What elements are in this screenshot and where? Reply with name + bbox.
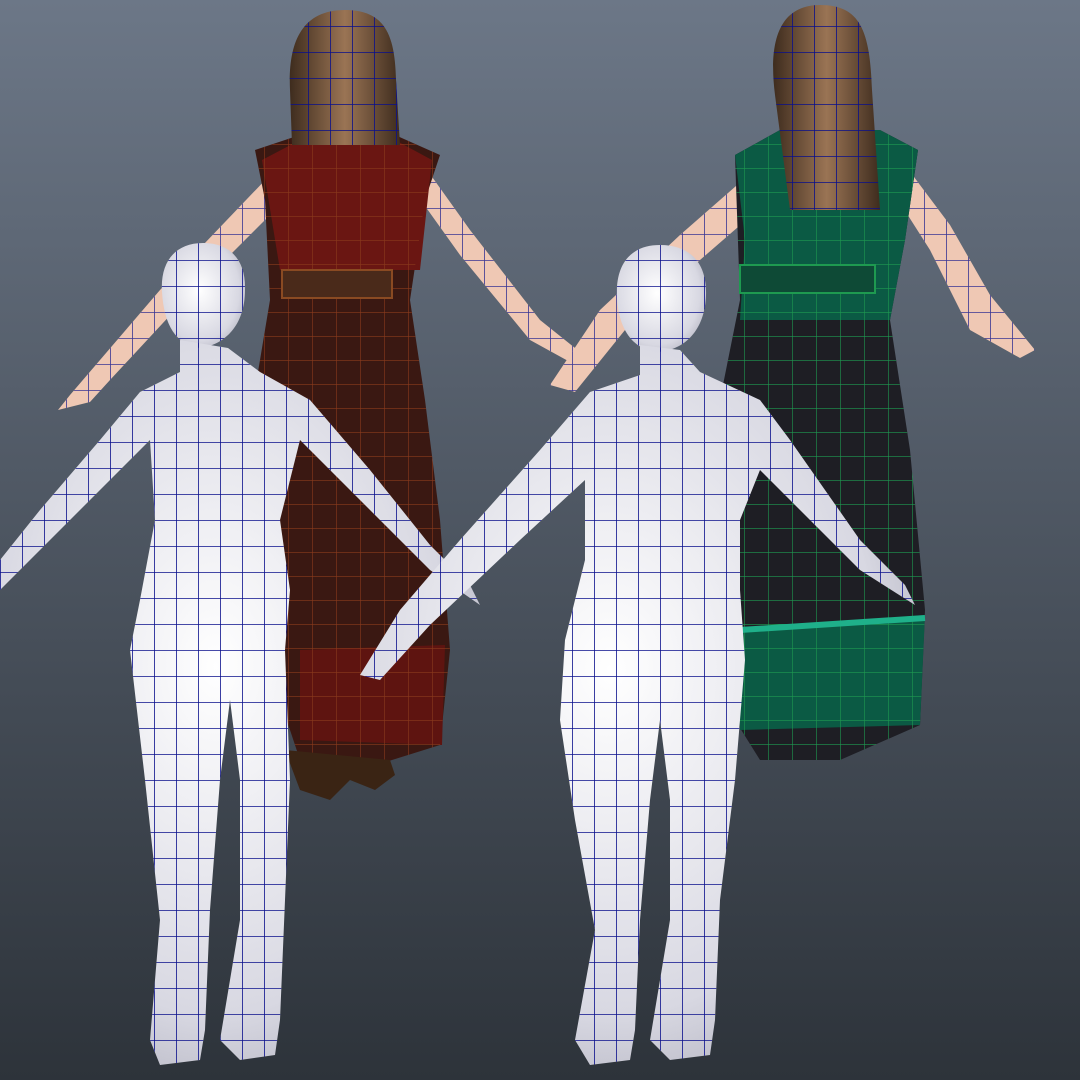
green-dress-belt [739, 264, 876, 294]
3d-viewport[interactable] [0, 0, 1080, 1080]
viewport-canvas[interactable] [0, 0, 1080, 1080]
red-dress-belt [281, 269, 393, 299]
